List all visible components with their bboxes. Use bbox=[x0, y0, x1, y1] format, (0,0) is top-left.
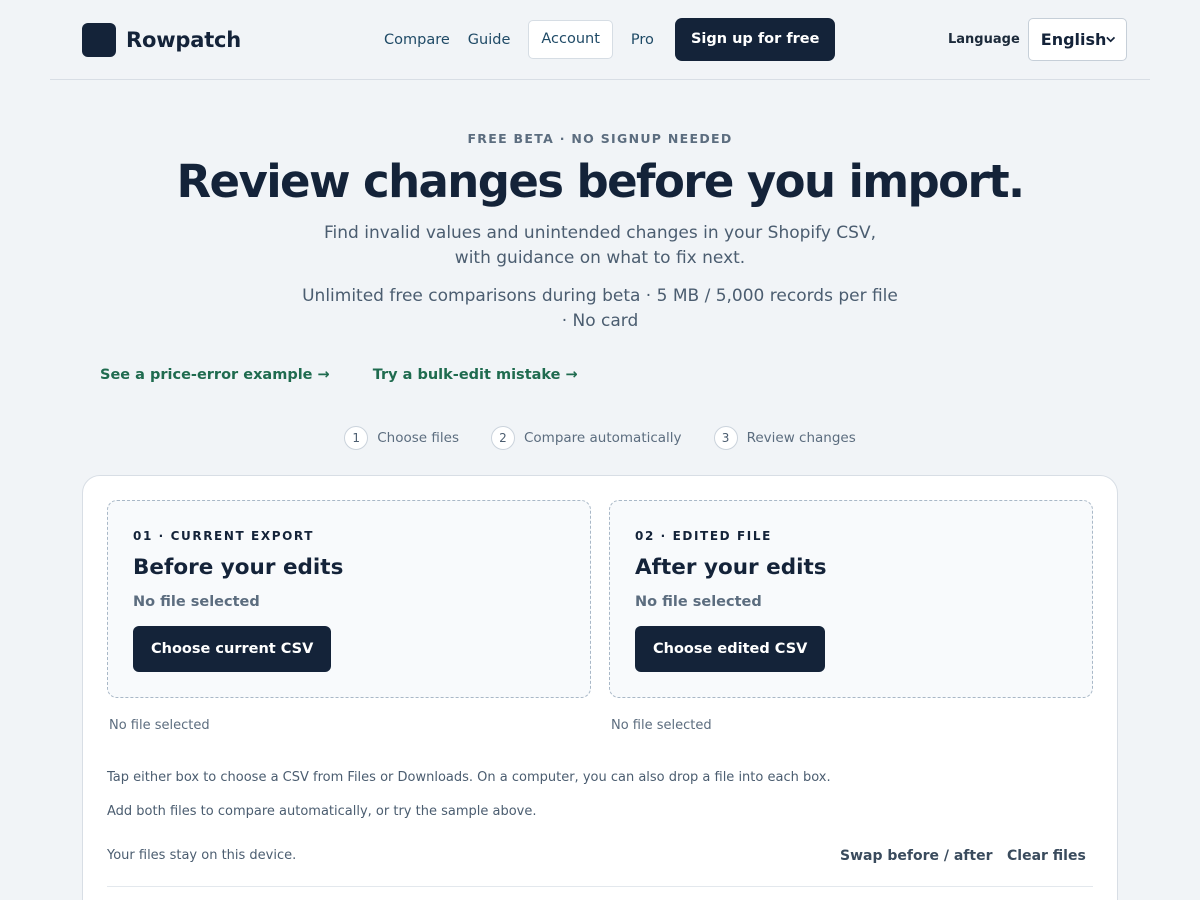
step-number: 2 bbox=[490, 426, 515, 450]
divider bbox=[107, 886, 1093, 887]
language-picker: Language English bbox=[948, 18, 1127, 61]
after-title: After your edits bbox=[635, 555, 827, 580]
language-value: English bbox=[1040, 30, 1107, 49]
privacy-note: Your files stay on this device. bbox=[107, 848, 297, 863]
step-label: Review changes bbox=[746, 430, 856, 446]
before-status: No file selected bbox=[133, 594, 260, 610]
step-label: Choose files bbox=[377, 430, 459, 446]
before-dropzone[interactable]: 01 · CURRENT EXPORT Before your edits No… bbox=[107, 500, 591, 698]
before-title: Before your edits bbox=[133, 555, 344, 580]
hero-subtitle: Find invalid values and unintended chang… bbox=[323, 223, 876, 268]
upload-help-text: Tap either box to choose a CSV from File… bbox=[107, 770, 831, 785]
language-select[interactable]: English bbox=[1027, 18, 1127, 61]
step-item: 2 Compare automatically bbox=[490, 426, 682, 450]
nav-guide[interactable]: Guide bbox=[459, 32, 520, 48]
brand-link[interactable]: Rowpatch bbox=[82, 23, 241, 57]
example-links: See a price-error example → Try a bulk-e… bbox=[100, 367, 578, 383]
hero-eyebrow: FREE BETA · NO SIGNUP NEEDED bbox=[467, 131, 733, 146]
bulk-edit-example-link[interactable]: Try a bulk-edit mistake → bbox=[373, 367, 578, 383]
nav-compare[interactable]: Compare bbox=[375, 32, 459, 48]
step-number: 1 bbox=[344, 426, 369, 450]
after-file-note: No file selected bbox=[611, 718, 712, 733]
chevron-down-icon bbox=[1106, 36, 1116, 43]
compare-help-text: Add both files to compare automatically,… bbox=[107, 804, 537, 819]
signup-button[interactable]: Sign up for free bbox=[674, 18, 836, 61]
site-header: Rowpatch Compare Guide Account Pro Sign … bbox=[50, 0, 1150, 80]
brand-name: Rowpatch bbox=[126, 28, 242, 52]
step-label: Compare automatically bbox=[523, 430, 682, 446]
clear-files-button[interactable]: Clear files bbox=[1007, 848, 1086, 864]
after-kicker: 02 · EDITED FILE bbox=[635, 529, 772, 543]
choose-edited-csv-button[interactable]: Choose edited CSV bbox=[635, 626, 826, 672]
steps-indicator: 1 Choose files 2 Compare automatically 3… bbox=[0, 426, 1200, 450]
before-file-note: No file selected bbox=[109, 718, 210, 733]
step-item: 1 Choose files bbox=[344, 426, 459, 450]
swap-files-button[interactable]: Swap before / after bbox=[840, 848, 992, 864]
step-item: 3 Review changes bbox=[713, 426, 856, 450]
main-nav: Compare Guide Account Pro Sign up for fr… bbox=[375, 18, 836, 61]
choose-current-csv-button[interactable]: Choose current CSV bbox=[133, 626, 332, 672]
nav-account[interactable]: Account bbox=[528, 20, 613, 59]
step-number: 3 bbox=[713, 426, 738, 450]
upload-card: 01 · CURRENT EXPORT Before your edits No… bbox=[82, 475, 1118, 900]
after-dropzone[interactable]: 02 · EDITED FILE After your edits No fil… bbox=[609, 500, 1093, 698]
page-title: Review changes before you import. bbox=[176, 155, 1026, 208]
price-error-example-link[interactable]: See a price-error example → bbox=[100, 367, 330, 383]
plan-limits: Unlimited free comparisons during beta ·… bbox=[302, 286, 898, 331]
nav-pro[interactable]: Pro bbox=[622, 32, 663, 48]
language-label: Language bbox=[948, 32, 1020, 47]
after-status: No file selected bbox=[635, 594, 762, 610]
before-kicker: 01 · CURRENT EXPORT bbox=[133, 529, 314, 543]
logo-icon bbox=[82, 23, 116, 57]
